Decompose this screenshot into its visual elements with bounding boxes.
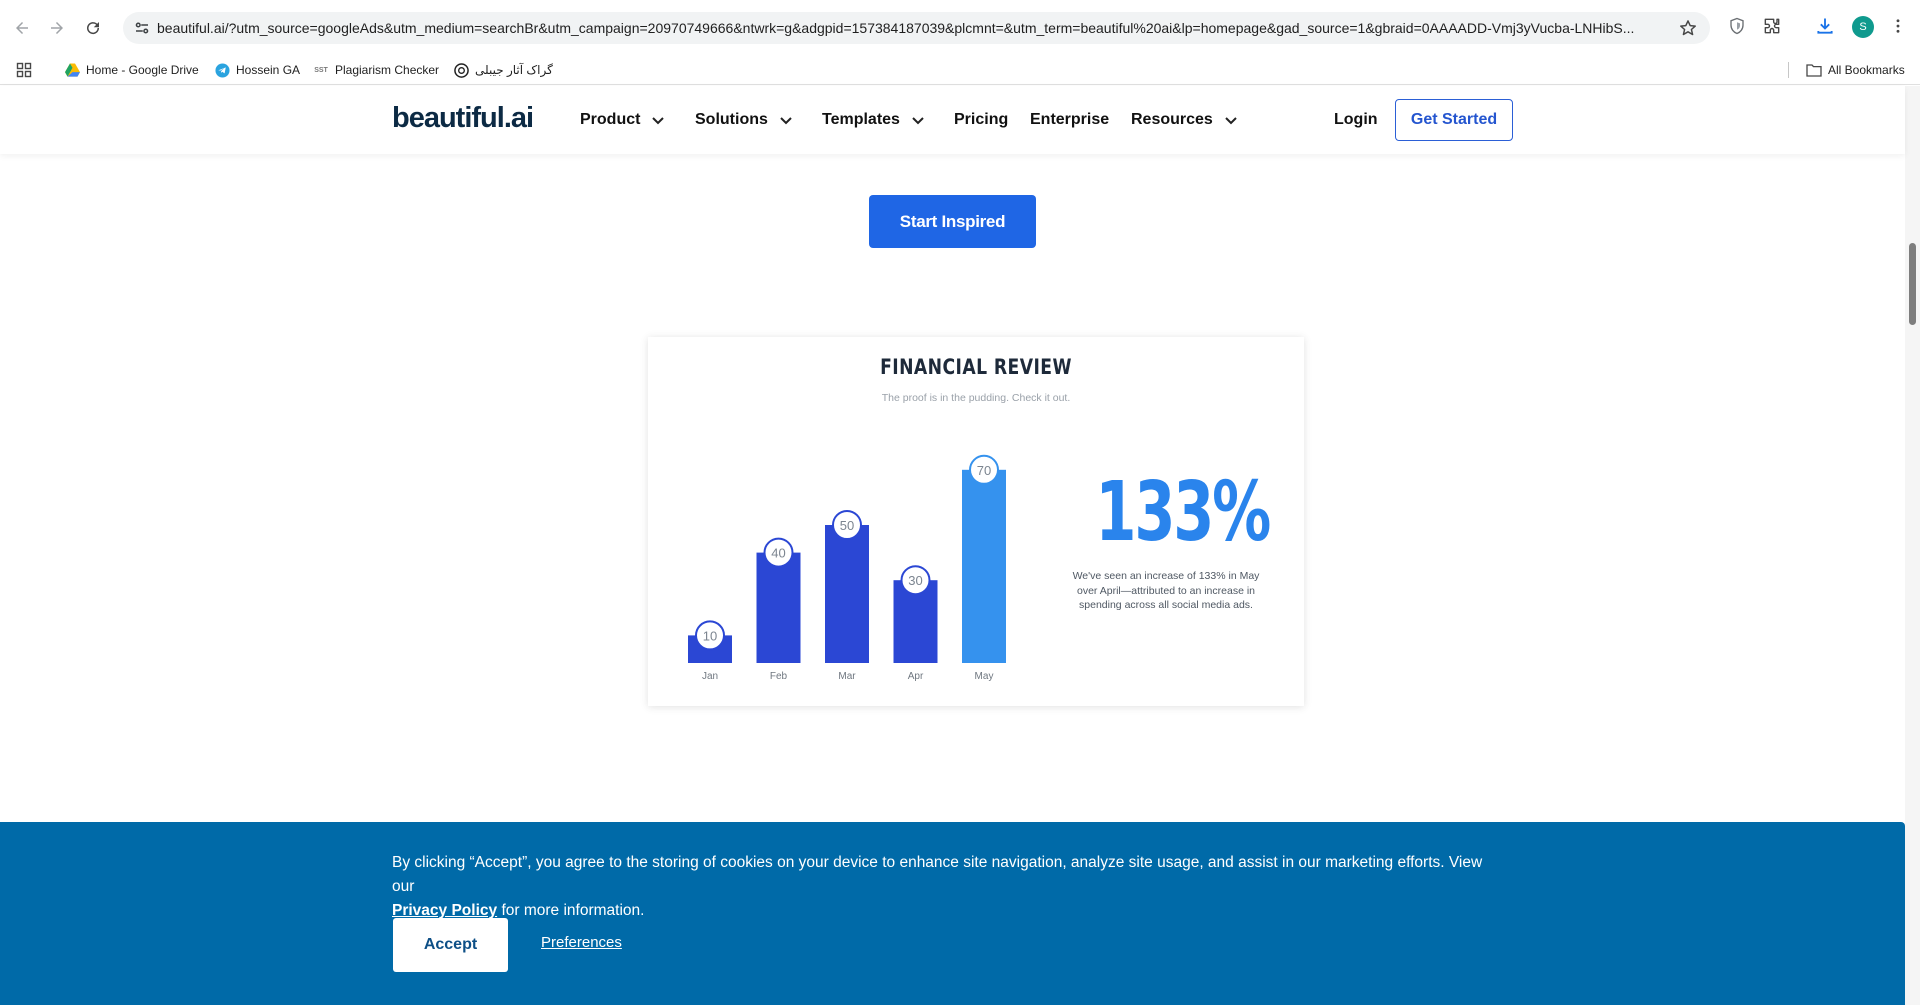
back-arrow-icon[interactable]: [6, 12, 38, 44]
url-text[interactable]: beautiful.ai/?utm_source=googleAds&utm_m…: [157, 12, 1657, 44]
x-tick-label: Jan: [702, 671, 718, 682]
browser-toolbar: beautiful.ai/?utm_source=googleAds&utm_m…: [0, 0, 1920, 55]
nav-label: Pricing: [954, 111, 1009, 128]
tune-icon[interactable]: [133, 19, 151, 37]
profile-avatar[interactable]: S: [1852, 16, 1874, 38]
x-tick-label: May: [975, 671, 994, 682]
slide-preview: FINANCIAL REVIEW The proof is in the pud…: [648, 337, 1304, 706]
folder-icon: [1806, 62, 1822, 78]
accept-button[interactable]: Accept: [393, 918, 508, 972]
nav-product[interactable]: Product: [580, 108, 666, 132]
x-tick-label: Apr: [908, 671, 924, 682]
all-bookmarks[interactable]: All Bookmarks: [1806, 55, 1905, 85]
nav-enterprise[interactable]: Enterprise: [1030, 108, 1109, 132]
reload-icon[interactable]: [77, 12, 109, 44]
chevron-down-icon: [1225, 117, 1237, 125]
start-inspired-button[interactable]: Start Inspired: [869, 195, 1036, 248]
chevron-down-icon: [652, 117, 665, 125]
cookie-message: By clicking “Accept”, you agree to the s…: [392, 851, 1492, 923]
login-link[interactable]: Login: [1334, 108, 1378, 132]
get-started-button[interactable]: Get Started: [1395, 99, 1513, 141]
bookmark-item[interactable]: SST Plagiarism Checker: [313, 55, 439, 85]
site-logo[interactable]: beautiful.ai: [392, 102, 534, 135]
bookmark-label: گراک آثار جیبلی: [475, 63, 553, 77]
bookmark-label: Home - Google Drive: [86, 63, 199, 77]
big-stat: 133%: [1095, 465, 1271, 560]
bar-may: [962, 469, 1006, 663]
nav-label: Product: [580, 111, 641, 128]
data-label: 40: [771, 546, 785, 561]
bookmarks-divider: [1788, 62, 1789, 78]
data-label: 70: [977, 463, 991, 478]
bar-mar: [825, 525, 869, 663]
site-header: beautiful.ai Product Solutions Templates…: [0, 86, 1905, 154]
data-label: 10: [703, 628, 717, 643]
bookmark-label: Hossein GA: [236, 63, 301, 77]
all-bookmarks-label: All Bookmarks: [1828, 63, 1905, 77]
nav-templates[interactable]: Templates: [822, 108, 926, 132]
stat-description: We've seen an increase of 133% in May ov…: [1072, 570, 1260, 611]
sst-icon: SST: [314, 66, 328, 74]
bookmark-item[interactable]: Home - Google Drive: [64, 55, 199, 85]
cookie-text: By clicking “Accept”, you agree to the s…: [392, 854, 1483, 895]
bookmark-item[interactable]: Hossein GA: [214, 55, 300, 85]
x-tick-label: Mar: [838, 671, 856, 682]
page-scrollbar[interactable]: [1905, 86, 1920, 1005]
bar-feb: [756, 552, 801, 663]
privacy-policy-link[interactable]: Privacy Policy: [392, 902, 497, 919]
forward-arrow-icon[interactable]: [41, 12, 73, 44]
data-label: 50: [840, 518, 854, 533]
nav-label: Enterprise: [1030, 111, 1110, 128]
nav-pricing[interactable]: Pricing: [954, 108, 1008, 132]
bookmark-item[interactable]: گراک آثار جیبلی: [453, 55, 553, 85]
apps-grid-icon[interactable]: [16, 55, 32, 85]
shield-icon[interactable]: [1725, 14, 1749, 38]
star-icon[interactable]: [1678, 18, 1698, 38]
cookie-text-after: for more information.: [501, 902, 645, 919]
nav-solutions[interactable]: Solutions: [695, 108, 794, 132]
data-label: 30: [908, 573, 922, 588]
bookmarks-bar: Home - Google Drive Hossein GA SST Plagi…: [0, 55, 1920, 85]
openai-icon: [453, 62, 469, 78]
chevron-down-icon: [912, 117, 924, 125]
nav-label: Resources: [1131, 111, 1213, 128]
nav-label: Templates: [822, 111, 900, 128]
google-drive-icon: [64, 62, 80, 78]
download-icon[interactable]: [1813, 14, 1837, 38]
address-bar[interactable]: beautiful.ai/?utm_source=googleAds&utm_m…: [123, 12, 1710, 44]
kebab-menu-icon[interactable]: [1886, 14, 1910, 38]
puzzle-icon[interactable]: [1760, 14, 1784, 38]
telegram-icon: [214, 62, 230, 78]
nav-resources[interactable]: Resources: [1131, 108, 1239, 132]
cookie-banner: By clicking “Accept”, you agree to the s…: [0, 822, 1905, 1005]
x-tick-label: Feb: [770, 671, 788, 682]
preferences-link[interactable]: Preferences: [541, 934, 622, 951]
scrollbar-thumb[interactable]: [1909, 243, 1916, 325]
nav-label: Solutions: [695, 111, 768, 128]
chevron-down-icon: [780, 117, 792, 125]
bookmark-label: Plagiarism Checker: [335, 63, 440, 77]
